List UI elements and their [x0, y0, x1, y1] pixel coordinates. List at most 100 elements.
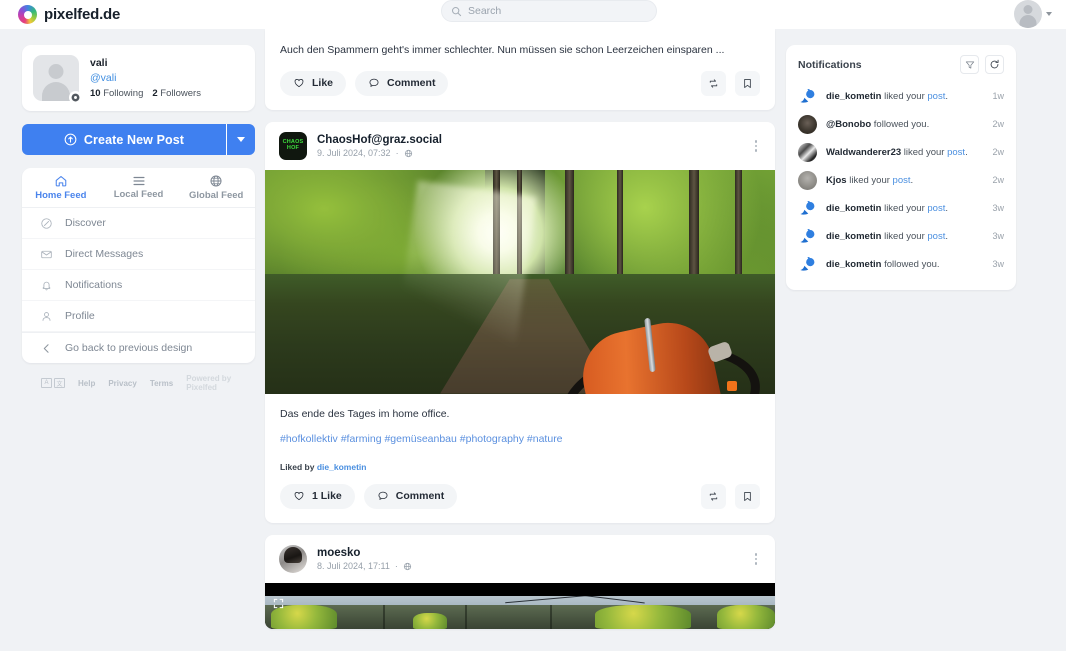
sidebar-item-profile[interactable]: Profile [22, 301, 255, 332]
foliage [595, 604, 691, 629]
notification-item[interactable]: @Bonobo followed you. 2w [798, 110, 1004, 138]
support-pole [465, 604, 467, 629]
refresh-icon [990, 59, 999, 69]
notification-user: die_kometin [826, 90, 882, 102]
notification-item[interactable]: die_kometin liked your post. 3w [798, 194, 1004, 222]
create-post-dropdown-button[interactable] [226, 124, 255, 155]
comet-icon [798, 198, 817, 218]
comet-icon [798, 226, 817, 246]
repost-icon [709, 79, 718, 88]
avatar[interactable] [33, 55, 82, 104]
profile-card[interactable]: vali @vali 10 Following 2 Followers [22, 45, 255, 111]
sidebar-item-direct-messages[interactable]: Direct Messages [22, 239, 255, 270]
post-card-moesko: moesko 8. Juli 2024, 17:11 · [265, 534, 775, 629]
fullscreen-expand-icon[interactable] [273, 598, 284, 609]
create-post-row: Create New Post [22, 124, 255, 155]
author-avatar[interactable] [279, 544, 307, 573]
notification-item[interactable]: die_kometin followed you. 3w [798, 250, 1004, 278]
post-action-bar: Like Comment [280, 59, 760, 110]
author-avatar[interactable]: CHAOS HOF [279, 131, 307, 160]
tab-home-feed[interactable]: Home Feed [22, 168, 100, 207]
like-button[interactable]: 1 Like [280, 483, 355, 509]
notification-action: liked your [901, 146, 948, 158]
footer-powered-by[interactable]: Powered by Pixelfed [186, 374, 255, 392]
pixelfed-logo-icon [18, 5, 37, 24]
notification-link: post [927, 90, 946, 102]
notification-item[interactable]: die_kometin liked your post. 3w [798, 222, 1004, 250]
gear-icon[interactable] [69, 91, 82, 104]
bell-icon [42, 281, 51, 290]
post-hashtags[interactable]: #hofkollektiv #farming #gemüseanbau #pho… [280, 420, 760, 445]
gray-photo-icon [798, 170, 817, 190]
comment-button[interactable]: Comment [355, 70, 449, 96]
top-navigation-bar: pixelfed.de Search [0, 0, 1066, 29]
tab-global-feed-label: Global Feed [188, 190, 244, 201]
sun-ray [393, 180, 537, 371]
sidebar-item-notifications[interactable]: Notifications [22, 270, 255, 301]
notification-user: die_kometin [826, 202, 882, 214]
notification-action: liked your [881, 202, 928, 214]
notification-suffix: . [945, 90, 948, 102]
search-icon [451, 6, 462, 16]
sidebar-item-previous-design[interactable]: Go back to previous design [22, 332, 255, 363]
notifications-refresh-button[interactable] [985, 55, 1004, 74]
notification-suffix: . [945, 202, 948, 214]
chevron-down-icon[interactable] [1046, 12, 1052, 16]
filter-funnel-icon [965, 61, 974, 68]
repost-button[interactable] [701, 70, 726, 96]
notification-link: post [947, 146, 966, 158]
globe-icon [210, 175, 222, 187]
comment-button[interactable]: Comment [363, 483, 458, 509]
comet-icon [798, 86, 817, 106]
bookmark-icon [744, 78, 751, 88]
post-menu-button[interactable] [751, 549, 762, 569]
image-letterbox [265, 582, 775, 596]
post-menu-button[interactable] [751, 136, 762, 156]
footer-link-privacy[interactable]: Privacy [108, 379, 136, 388]
comet-icon [798, 254, 817, 274]
brand-logo-link[interactable]: pixelfed.de [18, 5, 120, 24]
notification-time: 3w [992, 203, 1004, 213]
account-menu[interactable] [1014, 0, 1052, 28]
tab-local-feed[interactable]: Local Feed [100, 168, 178, 207]
notifications-filter-button[interactable] [960, 55, 979, 74]
notification-user: die_kometin [826, 230, 882, 242]
notification-item[interactable]: Waldwanderer23 liked your post. 2w [798, 138, 1004, 166]
search-input[interactable]: Search [441, 0, 657, 22]
sidebar-item-discover[interactable]: Discover [22, 208, 255, 239]
post-image-forest-path[interactable] [265, 169, 775, 394]
repost-button[interactable] [701, 483, 726, 509]
bookmark-button[interactable] [735, 70, 760, 96]
feed-tabs: Home Feed Local Feed Global Feed [22, 168, 255, 208]
post-author-name[interactable]: moesko [317, 546, 412, 560]
foliage [717, 604, 775, 629]
post-action-bar: 1 Like Comment [280, 472, 760, 523]
bookmark-button[interactable] [735, 483, 760, 509]
search-container[interactable]: Search [441, 0, 657, 22]
profile-handle[interactable]: @vali [90, 71, 201, 86]
notifications-list: die_kometin liked your post. 1w @Bonobo … [798, 82, 1004, 278]
footer-link-help[interactable]: Help [78, 379, 95, 388]
search-placeholder-text: Search [468, 5, 502, 17]
comment-bubble-icon [369, 79, 379, 87]
like-button[interactable]: Like [280, 70, 347, 96]
create-new-post-button[interactable]: Create New Post [22, 124, 226, 155]
liked-by-username[interactable]: die_kometin [317, 462, 367, 472]
notification-item[interactable]: die_kometin liked your post. 1w [798, 82, 1004, 110]
notification-item[interactable]: Kjos liked your post. 2w [798, 166, 1004, 194]
user-avatar-icon[interactable] [1014, 0, 1042, 28]
comment-label: Comment [395, 490, 445, 503]
foliage [413, 612, 447, 629]
notification-time: 3w [992, 259, 1004, 269]
sidebar-footer: A 文 Help Privacy Terms Powered by Pixelf… [22, 374, 255, 392]
tab-global-feed[interactable]: Global Feed [177, 168, 255, 207]
post-author-name[interactable]: ChaosHof@graz.social [317, 133, 442, 147]
followers-stat[interactable]: 2 Followers [152, 88, 201, 99]
support-pole [383, 604, 385, 629]
footer-link-terms[interactable]: Terms [150, 379, 173, 388]
post-image-greenhouse[interactable] [265, 582, 775, 629]
visibility-separator: · [394, 561, 398, 572]
following-stat[interactable]: 10 Following [90, 88, 143, 99]
notification-user: Waldwanderer23 [826, 146, 902, 158]
language-switch-icon[interactable]: A 文 [41, 378, 65, 388]
